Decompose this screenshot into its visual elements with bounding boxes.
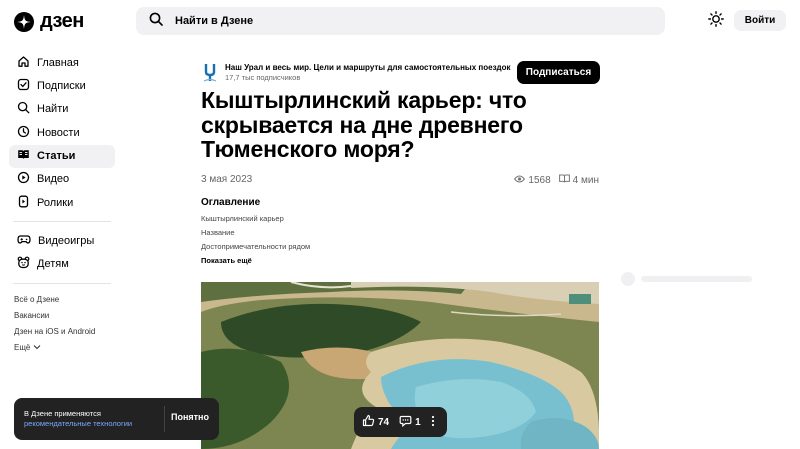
sidebar-item-shorts[interactable]: Ролики (9, 191, 115, 214)
article-title: Кыштырлинский карьер: что скрывается на … (201, 87, 527, 162)
toc-title: Оглавление (201, 197, 261, 208)
thumbs-up-icon (362, 414, 375, 430)
theme-toggle-button[interactable] (705, 10, 727, 32)
sidebar: Главная Подписки Найти Новости Статьи Ви… (9, 51, 115, 291)
search-icon (149, 12, 163, 31)
more-options-icon[interactable] (431, 415, 435, 430)
comments-count: 1 (415, 416, 421, 428)
sidebar-item-kids[interactable]: Детям (9, 253, 115, 276)
toc-item[interactable]: Достопримечательности рядом (201, 240, 310, 254)
news-icon (17, 125, 30, 141)
notice-divider (164, 406, 165, 432)
channel-name[interactable]: Наш Урал и весь мир. Цели и маршруты для… (225, 63, 511, 72)
sidebar-footer-links: Всё о Дзене Вакансии Дзен на iOS и Andro… (14, 292, 95, 356)
likes-count: 74 (378, 416, 390, 428)
search-icon (17, 101, 30, 117)
channel-header: Наш Урал и весь мир. Цели и маршруты для… (201, 61, 600, 84)
sidebar-item-articles[interactable]: Статьи (9, 144, 115, 168)
sun-icon (708, 10, 724, 32)
shorts-icon (17, 195, 30, 211)
sidebar-item-label: Ролики (37, 196, 74, 209)
about-link[interactable]: Всё о Дзене (14, 292, 95, 308)
sidebar-item-label: Видеоигры (38, 234, 95, 247)
channel-subscribers: 17,7 тыс подписчиков (225, 73, 301, 82)
more-link[interactable]: Ещё (14, 340, 95, 356)
notice-text: В Дзене применяются рекомендательные тех… (24, 409, 164, 429)
subscribe-button[interactable]: Подписаться (517, 61, 600, 84)
toc-show-more-button[interactable]: Показать ещё (201, 254, 310, 268)
recommendation-notice: В Дзене применяются рекомендательные тех… (14, 398, 219, 440)
sidebar-item-label: Найти (37, 103, 69, 116)
recommendation-tech-link[interactable]: рекомендательные технологии (24, 419, 132, 428)
search-input[interactable]: Найти в Дзене (136, 7, 665, 35)
sidebar-item-label: Главная (37, 56, 79, 69)
articles-icon (17, 148, 30, 164)
home-icon (17, 55, 30, 71)
sidebar-divider (13, 221, 111, 223)
sidebar-divider (13, 282, 111, 284)
sidebar-item-label: Видео (37, 173, 70, 186)
chevron-down-icon (33, 342, 41, 354)
more-link-label: Ещё (14, 343, 31, 352)
article-date: 3 мая 2023 (201, 174, 253, 185)
kids-icon (17, 256, 30, 272)
subscriptions-icon (17, 78, 30, 94)
sidebar-item-home[interactable]: Главная (9, 51, 115, 74)
sidebar-item-search[interactable]: Найти (9, 98, 115, 121)
login-button[interactable]: Войти (734, 10, 786, 31)
apps-link[interactable]: Дзен на iOS и Android (14, 324, 95, 340)
sidebar-item-videogames[interactable]: Видеоигры (9, 229, 115, 252)
vacancies-link[interactable]: Вакансии (14, 308, 95, 324)
like-button[interactable]: 74 (362, 414, 389, 430)
sidebar-item-video[interactable]: Видео (9, 168, 115, 191)
toc-item[interactable]: Кыштырлинский карьер (201, 212, 310, 226)
toc-item[interactable]: Название (201, 226, 310, 240)
table-of-contents: Оглавление Кыштырлинский карьер Название… (201, 197, 310, 268)
notice-message: В Дзене применяются (24, 409, 101, 418)
loading-placeholder-bar (641, 276, 752, 282)
reactions-bar: 74 1 (354, 407, 447, 437)
video-icon (17, 171, 30, 187)
zen-logo[interactable]: дзен (14, 10, 84, 33)
sidebar-item-subscriptions[interactable]: Подписки (9, 74, 115, 97)
sidebar-item-news[interactable]: Новости (9, 121, 115, 144)
sidebar-item-label: Новости (37, 126, 80, 139)
gamepad-icon (17, 233, 31, 249)
book-icon (558, 174, 570, 186)
sidebar-item-label: Статьи (37, 150, 76, 163)
sidebar-item-label: Детям (37, 258, 69, 271)
sidebar-item-label: Подписки (37, 79, 86, 92)
comments-button[interactable]: 1 (399, 415, 421, 430)
views-count: 1568 (528, 174, 551, 186)
zen-logo-icon (14, 11, 34, 32)
read-time: 4 мин (572, 174, 599, 186)
eye-icon (514, 175, 526, 186)
logo-text: дзен (40, 10, 84, 32)
article-meta: 3 мая 2023 1568 4 мин (201, 174, 599, 186)
channel-logo-icon[interactable] (201, 62, 219, 82)
accept-button[interactable]: Понятно (171, 412, 209, 422)
search-placeholder: Найти в Дзене (175, 15, 254, 27)
comment-icon (399, 415, 412, 430)
loading-placeholder-avatar (621, 272, 635, 286)
